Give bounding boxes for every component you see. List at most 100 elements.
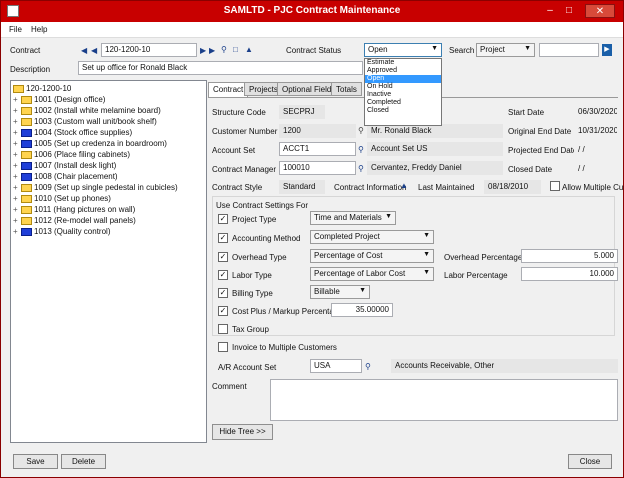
- expand-icon[interactable]: +: [13, 204, 21, 215]
- original-end-date-value[interactable]: 10/31/2020: [574, 124, 618, 138]
- search-mode-select[interactable]: Project ▼: [476, 43, 535, 57]
- tree-item[interactable]: +1004 (Stock office supplies): [13, 127, 132, 138]
- contract-status-dropdown[interactable]: Estimate Approved Open On Hold Inactive …: [364, 58, 442, 126]
- expand-icon[interactable]: +: [13, 182, 21, 193]
- accounting-method-checkbox[interactable]: ✓: [218, 233, 228, 243]
- previous-record-icon[interactable]: ◀: [91, 46, 97, 56]
- maximize-icon[interactable]: □: [561, 4, 577, 18]
- tree-item-label: 1009 (Set up single pedestal in cubicles…: [34, 183, 178, 192]
- close-icon[interactable]: ✕: [585, 4, 615, 18]
- overhead-type-checkbox[interactable]: ✓: [218, 252, 228, 262]
- tree-item[interactable]: +1008 (Chair placement): [13, 171, 118, 182]
- folder-icon: [21, 117, 32, 126]
- tree-item[interactable]: +1001 (Design office): [13, 94, 105, 105]
- cost-plus-input[interactable]: 35.00000: [331, 303, 393, 317]
- project-type-checkbox[interactable]: ✓: [218, 214, 228, 224]
- search-icon[interactable]: ⚲: [358, 145, 364, 155]
- billing-type-checkbox[interactable]: ✓: [218, 288, 228, 298]
- billing-type-label: Billing Type: [232, 289, 273, 298]
- search-icon[interactable]: ⚲: [358, 164, 364, 174]
- overhead-type-label: Overhead Type: [232, 253, 287, 262]
- new-document-icon[interactable]: □: [233, 45, 238, 55]
- tree-root[interactable]: 120-1200-10: [13, 83, 71, 94]
- finder-icon[interactable]: ⚲: [221, 45, 227, 55]
- folder-icon: [21, 194, 32, 203]
- ar-account-set-input[interactable]: USA: [310, 359, 362, 373]
- first-record-icon[interactable]: ◀: [81, 46, 87, 56]
- expand-icon[interactable]: +: [13, 94, 21, 105]
- close-button[interactable]: Close: [568, 454, 612, 469]
- status-option[interactable]: Estimate: [365, 59, 441, 67]
- status-option-selected[interactable]: Open: [365, 75, 441, 83]
- hide-tree-button[interactable]: Hide Tree >>: [212, 424, 273, 440]
- labor-type-select[interactable]: Percentage of Labor Cost ▼: [310, 267, 434, 281]
- expand-icon[interactable]: +: [13, 127, 21, 138]
- projected-end-date-value[interactable]: / /: [574, 143, 618, 157]
- search-icon[interactable]: ⚲: [358, 126, 364, 136]
- delete-button[interactable]: Delete: [61, 454, 106, 469]
- last-record-icon[interactable]: ▶: [209, 46, 215, 56]
- description-input[interactable]: Set up office for Ronald Black: [78, 61, 363, 75]
- tree-item[interactable]: +1002 (Install white melamine board): [13, 105, 161, 116]
- tree-item[interactable]: +1006 (Place filing cabinets): [13, 149, 130, 160]
- tree-item-label: 1013 (Quality control): [34, 227, 111, 236]
- overhead-type-select[interactable]: Percentage of Cost ▼: [310, 249, 434, 263]
- contract-status-select[interactable]: Open ▼: [364, 43, 442, 57]
- tab-totals[interactable]: Totals: [331, 82, 362, 96]
- labor-type-checkbox[interactable]: ✓: [218, 270, 228, 280]
- tab-contract[interactable]: Contract: [208, 82, 249, 97]
- contract-manager-input[interactable]: 100010: [279, 161, 356, 175]
- chevron-down-icon: ▼: [423, 251, 430, 258]
- status-option[interactable]: On Hold: [365, 83, 441, 91]
- expand-icon[interactable]: +: [13, 149, 21, 160]
- tree-item[interactable]: +1009 (Set up single pedestal in cubicle…: [13, 182, 178, 193]
- collapse-up-icon[interactable]: ▲: [400, 181, 408, 191]
- expand-icon[interactable]: +: [13, 105, 21, 116]
- detail-panel: Contract Projects Optional Fields Totals…: [208, 80, 624, 443]
- status-option[interactable]: Inactive: [365, 91, 441, 99]
- search-input[interactable]: [539, 43, 599, 57]
- tree-item[interactable]: +1010 (Set up phones): [13, 193, 111, 204]
- labor-percentage-input[interactable]: 10.000: [521, 267, 618, 281]
- contract-input[interactable]: 120-1200-10: [101, 43, 197, 57]
- contract-tree[interactable]: 120-1200-10 +1001 (Design office) +1002 (…: [10, 80, 207, 443]
- menu-help[interactable]: Help: [31, 25, 47, 34]
- status-option[interactable]: Completed: [365, 99, 441, 107]
- cost-plus-checkbox[interactable]: ✓: [218, 306, 228, 316]
- allow-multiple-label: Allow Multiple Cus: [562, 183, 624, 192]
- tree-item[interactable]: +1012 (Re-model wall panels): [13, 215, 136, 226]
- tax-group-checkbox[interactable]: [218, 324, 228, 334]
- search-go-icon[interactable]: ▶: [602, 44, 612, 56]
- expand-icon[interactable]: +: [13, 193, 21, 204]
- invoice-multiple-checkbox[interactable]: [218, 342, 228, 352]
- project-type-select[interactable]: Time and Materials ▼: [310, 211, 396, 225]
- expand-icon[interactable]: +: [13, 116, 21, 127]
- accounting-method-select[interactable]: Completed Project ▼: [310, 230, 434, 244]
- minimize-icon[interactable]: –: [542, 4, 558, 18]
- zoom-up-icon[interactable]: ▲: [245, 45, 253, 55]
- overhead-type-value: Percentage of Cost: [314, 251, 383, 260]
- allow-multiple-checkbox[interactable]: [550, 181, 560, 191]
- expand-icon[interactable]: +: [13, 138, 21, 149]
- status-option[interactable]: Closed: [365, 107, 441, 115]
- overhead-percentage-input[interactable]: 5.000: [521, 249, 618, 263]
- search-icon[interactable]: ⚲: [365, 362, 371, 372]
- folder-icon: [21, 227, 32, 236]
- comment-textarea[interactable]: [270, 379, 618, 421]
- expand-icon[interactable]: +: [13, 171, 21, 182]
- tree-item[interactable]: +1003 (Custom wall unit/book shelf): [13, 116, 157, 127]
- save-button[interactable]: Save: [13, 454, 58, 469]
- tree-item[interactable]: +1011 (Hang pictures on wall): [13, 204, 135, 215]
- tree-item[interactable]: +1007 (Install desk light): [13, 160, 116, 171]
- start-date-value[interactable]: 06/30/2020: [574, 105, 618, 119]
- menu-file[interactable]: File: [9, 25, 22, 34]
- tree-item[interactable]: +1013 (Quality control): [13, 226, 110, 237]
- expand-icon[interactable]: +: [13, 215, 21, 226]
- billing-type-select[interactable]: Billable ▼: [310, 285, 370, 299]
- tree-item[interactable]: +1005 (Set up credenza in boardroom): [13, 138, 167, 149]
- expand-icon[interactable]: +: [13, 226, 21, 237]
- expand-icon[interactable]: +: [13, 160, 21, 171]
- account-set-input[interactable]: ACCT1: [279, 142, 356, 156]
- status-option[interactable]: Approved: [365, 67, 441, 75]
- next-record-icon[interactable]: ▶: [200, 46, 206, 56]
